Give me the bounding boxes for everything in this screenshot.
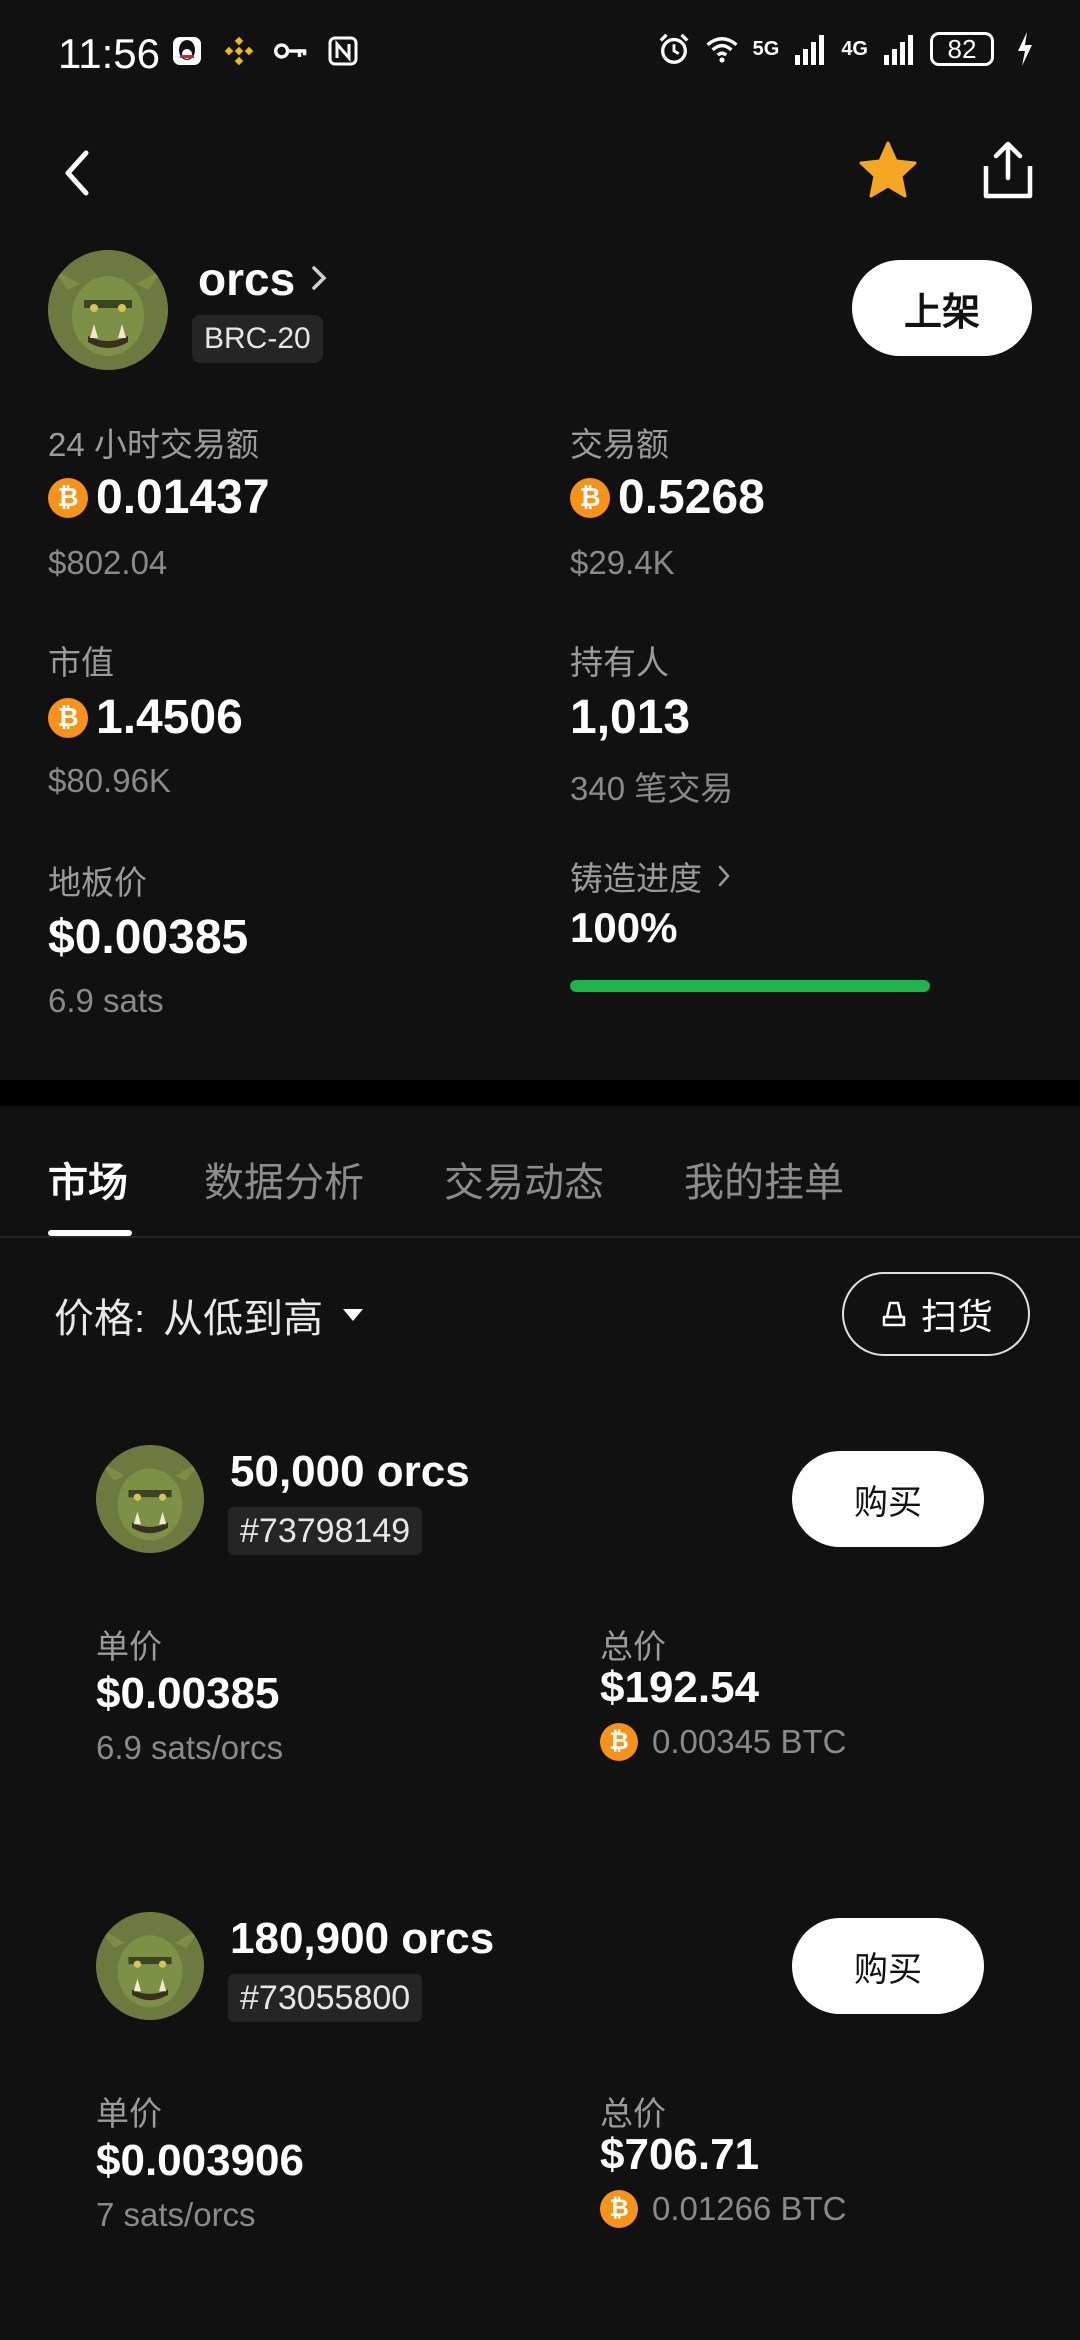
- holders-value: 1,013: [570, 691, 691, 744]
- market-cap-btc: 1.4506: [96, 691, 243, 744]
- signal-bars-icon: [793, 32, 827, 66]
- unit-price-label: 单价: [96, 2095, 162, 2132]
- volume-total-value: ₿ 0.5268: [570, 470, 765, 525]
- star-icon: [859, 141, 917, 198]
- status-system-icons: 5G 4G 82: [657, 32, 1042, 66]
- chevron-right-icon: [718, 865, 730, 887]
- volume-24h-btc: 0.01437: [96, 471, 270, 524]
- volume-total-label: 交易额: [570, 426, 669, 463]
- tab-data-analysis[interactable]: 数据分析: [204, 1150, 364, 1208]
- signal-bars-icon: [882, 32, 916, 66]
- market-cap-usd: $80.96K: [48, 762, 171, 799]
- holders-label: 持有人: [570, 644, 669, 681]
- listing-avatar: [96, 1445, 204, 1553]
- unit-price-value: $0.003906: [96, 2136, 304, 2185]
- qq-notification-icon: [170, 34, 204, 68]
- listing-quantity: 50,000 orcs: [230, 1447, 470, 1496]
- unit-price-sats: 7 sats/orcs: [96, 2196, 256, 2233]
- volume-24h-value: ₿ 0.01437: [48, 470, 270, 525]
- battery-level: 82: [930, 32, 994, 66]
- caret-down-icon: [343, 1309, 364, 1321]
- favorite-button[interactable]: [858, 140, 918, 200]
- listing-avatar: [96, 1912, 204, 2020]
- unit-price-value: $0.00385: [96, 1669, 280, 1718]
- volume-24h-label: 24 小时交易额: [48, 426, 259, 463]
- mint-progress-bar: [570, 980, 930, 992]
- sort-label: 价格:: [54, 1297, 146, 1341]
- sweep-label: 扫货: [920, 1296, 993, 1337]
- total-price-btc: 0.00345 BTC: [652, 1723, 847, 1760]
- unit-price-label: 单价: [96, 1628, 162, 1665]
- total-price-btc-row: ₿ 0.00345 BTC: [600, 1723, 846, 1761]
- buy-button[interactable]: 购买: [792, 1451, 984, 1547]
- volume-total-usd: $29.4K: [570, 544, 675, 581]
- bitcoin-icon: ₿: [48, 697, 88, 738]
- status-bar: 11:56 5G 4G 82: [0, 0, 1080, 110]
- floor-price-sats: 6.9 sats: [48, 982, 164, 1019]
- mint-progress-link[interactable]: 铸造进度: [570, 852, 732, 900]
- holders-transactions: 340 笔交易: [570, 770, 734, 807]
- status-notification-icons: [170, 34, 360, 68]
- back-button[interactable]: [56, 145, 100, 201]
- tab-my-listings[interactable]: 我的挂单: [684, 1150, 844, 1208]
- bitcoin-icon: ₿: [600, 1723, 638, 1761]
- listing-inscription-id: #73798149: [228, 1507, 423, 1555]
- share-button[interactable]: [980, 140, 1036, 202]
- tabs-border: [0, 1236, 1080, 1238]
- charging-icon: [1008, 32, 1042, 66]
- total-price-label: 总价: [600, 1628, 666, 1665]
- total-price-value: $706.71: [600, 2130, 760, 2179]
- token-standard-badge: BRC-20: [192, 315, 323, 363]
- mint-progress-fill: [570, 980, 930, 992]
- share-icon: [983, 141, 1033, 199]
- list-button[interactable]: 上架: [852, 260, 1032, 356]
- bitcoin-icon: ₿: [48, 477, 88, 518]
- listing-card: 180,900 orcs #73055800 购买 单价 $0.003906 7…: [0, 1912, 1080, 2340]
- listing-inscription-id: #73055800: [228, 1974, 423, 2022]
- chevron-right-icon[interactable]: [308, 262, 330, 294]
- listing-card: 50,000 orcs #73798149 购买 单价 $0.00385 6.9…: [0, 1445, 1080, 1885]
- floor-price-label: 地板价: [48, 864, 147, 901]
- tab-trade-activity[interactable]: 交易动态: [444, 1150, 604, 1208]
- signal-4g-label: 4G: [841, 38, 868, 60]
- total-price-btc: 0.01266 BTC: [652, 2190, 847, 2227]
- total-price-label: 总价: [600, 2095, 666, 2132]
- section-divider: [0, 1080, 1080, 1106]
- mint-progress-label: 铸造进度: [570, 860, 702, 897]
- tab-market[interactable]: 市场: [48, 1150, 128, 1208]
- bitcoin-icon: ₿: [570, 477, 610, 518]
- market-cap-value: ₿ 1.4506: [48, 690, 243, 745]
- token-name[interactable]: orcs: [198, 252, 295, 306]
- mint-progress-value: 100%: [570, 904, 678, 951]
- bitcoin-icon: ₿: [600, 2190, 638, 2228]
- total-price-btc-row: ₿ 0.01266 BTC: [600, 2190, 846, 2228]
- sweep-button[interactable]: 扫货: [842, 1272, 1030, 1356]
- chevron-left-icon: [65, 150, 89, 196]
- unit-price-sats: 6.9 sats/orcs: [96, 1729, 284, 1766]
- nfc-icon: [326, 34, 360, 68]
- sort-value: 从低到高: [163, 1297, 324, 1341]
- signal-5g-label: 5G: [752, 38, 780, 60]
- token-avatar: [48, 250, 168, 370]
- volume-total-btc: 0.5268: [618, 471, 765, 524]
- tab-bar: 市场 数据分析 交易动态 我的挂单: [0, 1150, 1080, 1240]
- volume-24h-usd: $802.04: [48, 544, 168, 581]
- listing-quantity: 180,900 orcs: [230, 1914, 495, 1963]
- status-time: 11:56: [58, 30, 160, 77]
- binance-notification-icon: [222, 34, 256, 68]
- alarm-icon: [657, 32, 691, 66]
- wifi-icon: [705, 32, 739, 66]
- broom-icon: [882, 1301, 906, 1327]
- key-icon: [274, 34, 308, 68]
- buy-button[interactable]: 购买: [792, 1918, 984, 2014]
- total-price-value: $192.54: [600, 1663, 760, 1712]
- sort-dropdown[interactable]: 价格: 从低到高: [54, 1286, 364, 1344]
- floor-price-value: $0.00385: [48, 911, 249, 964]
- market-cap-label: 市值: [48, 644, 114, 681]
